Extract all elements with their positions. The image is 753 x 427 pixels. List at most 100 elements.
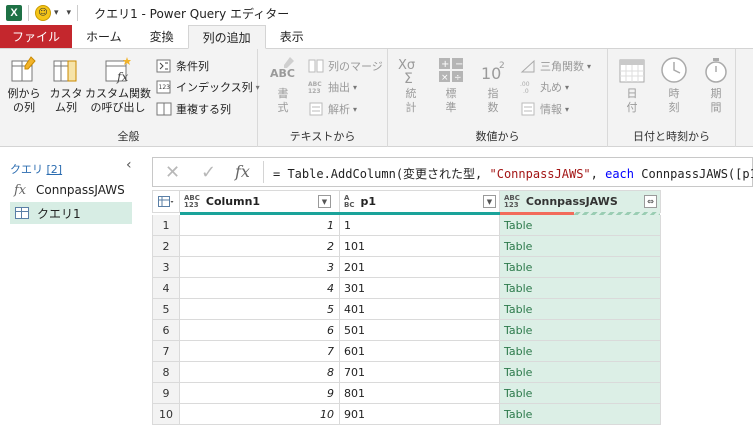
trigonometry-button[interactable]: 三角関数 ▾ — [520, 57, 591, 75]
cell-p1[interactable]: 601 — [340, 341, 500, 362]
date-button[interactable]: 日 付 — [614, 55, 650, 115]
trigonometry-dropdown-icon[interactable]: ▾ — [587, 62, 591, 71]
parse-button[interactable]: 解析 ▾ — [308, 100, 357, 118]
cell-p1[interactable]: 901 — [340, 404, 500, 425]
collapse-queries-icon[interactable]: ‹ — [126, 157, 132, 173]
cell-column1[interactable]: 2 — [180, 236, 340, 257]
cell-connpassjaws[interactable]: Table — [500, 383, 661, 404]
cell-column1[interactable]: 5 — [180, 299, 340, 320]
confirm-formula-icon[interactable]: ✓ — [201, 162, 216, 183]
row-number[interactable]: 4 — [152, 278, 180, 299]
cell-column1[interactable]: 7 — [180, 341, 340, 362]
tab-transform[interactable]: 変換 — [136, 25, 188, 48]
cell-p1[interactable]: 501 — [340, 320, 500, 341]
row-number[interactable]: 10 — [152, 404, 180, 425]
invoke-custom-function-button[interactable]: fx カスタム関数 の呼び出し — [85, 55, 151, 115]
clock-icon — [661, 57, 687, 83]
cell-connpassjaws[interactable]: Table — [500, 362, 661, 383]
format-button[interactable]: ABC 書 式 — [266, 55, 300, 115]
row-number[interactable]: 6 — [152, 320, 180, 341]
cell-connpassjaws[interactable]: Table — [500, 215, 661, 236]
cell-p1[interactable]: 201 — [340, 257, 500, 278]
cell-column1[interactable]: 4 — [180, 278, 340, 299]
row-number[interactable]: 2 — [152, 236, 180, 257]
tab-view[interactable]: 表示 — [266, 25, 318, 48]
column-header-p1[interactable]: A BC p1 ▼ — [340, 190, 500, 213]
parse-dropdown-icon[interactable]: ▾ — [353, 105, 357, 114]
cell-p1[interactable]: 401 — [340, 299, 500, 320]
standard-button[interactable]: + − × ÷ 標 準 — [434, 55, 468, 115]
rounding-dropdown-icon[interactable]: ▾ — [565, 83, 569, 92]
expand-column-icon[interactable]: ⇔ — [644, 195, 657, 208]
cell-p1[interactable]: 701 — [340, 362, 500, 383]
query-item-table[interactable]: クエリ1 — [10, 202, 132, 224]
row-number[interactable]: 3 — [152, 257, 180, 278]
type-any-icon[interactable]: ABC 123 — [504, 194, 520, 209]
conditional-column-button[interactable]: 条件列 — [156, 57, 209, 75]
tab-add-column[interactable]: 列の追加 — [187, 25, 266, 49]
queries-count: [2] — [46, 163, 63, 176]
row-number[interactable]: 1 — [152, 215, 180, 236]
row-number[interactable]: 7 — [152, 341, 180, 362]
type-any-icon[interactable]: ABC 123 — [184, 194, 200, 209]
cancel-formula-icon[interactable]: ✕ — [165, 162, 180, 183]
row-number[interactable]: 8 — [152, 362, 180, 383]
cell-p1[interactable]: 801 — [340, 383, 500, 404]
fx-icon[interactable]: fx — [235, 162, 250, 181]
tab-home[interactable]: ホーム — [72, 25, 136, 48]
type-text-icon[interactable]: A BC — [344, 194, 354, 209]
query-item-function[interactable]: fx ConnpassJAWS — [10, 179, 132, 201]
column-header-column1[interactable]: ABC 123 Column1 ▼ — [180, 190, 340, 213]
information-dropdown-icon[interactable]: ▾ — [565, 105, 569, 114]
extract-dropdown-icon[interactable]: ▾ — [353, 83, 357, 92]
quick-access-customize-icon[interactable]: ▾ — [67, 8, 72, 18]
tab-file[interactable]: ファイル — [0, 25, 73, 48]
cell-connpassjaws[interactable]: Table — [500, 299, 661, 320]
column-header-connpassjaws[interactable]: ABC 123 ConnpassJAWS ⇔ — [500, 190, 661, 213]
duplicate-column-button[interactable]: 重複する列 — [156, 100, 231, 118]
rounding-button[interactable]: .00.0 丸め ▾ — [520, 78, 569, 96]
merge-columns-label: 列のマージ — [328, 60, 383, 73]
cell-connpassjaws[interactable]: Table — [500, 341, 661, 362]
filter-dropdown-icon[interactable]: ▼ — [483, 195, 496, 208]
calendar-icon — [619, 59, 645, 83]
time-button[interactable]: 時 刻 — [656, 55, 692, 115]
filter-dropdown-icon[interactable]: ▼ — [318, 195, 331, 208]
svg-text:Σ: Σ — [404, 71, 413, 85]
group-datetime: 日 付 時 刻 期 間 日付と時刻から — [608, 49, 736, 147]
feedback-dropdown-icon[interactable]: ▾ — [54, 8, 59, 18]
statistics-button[interactable]: Χσ Σ 統 計 — [394, 55, 428, 115]
merge-columns-icon — [308, 59, 324, 73]
duration-button[interactable]: 期 間 — [698, 55, 734, 115]
cell-column1[interactable]: 1 — [180, 215, 340, 236]
group-datetime-label: 日付と時刻から — [633, 130, 710, 143]
cell-column1[interactable]: 8 — [180, 362, 340, 383]
scientific-icon: 102 — [481, 61, 505, 83]
invoke-custom-function-label: カスタム関数 の呼び出し — [85, 87, 151, 114]
extract-button[interactable]: ABC 123 抽出 ▾ — [308, 78, 357, 96]
svg-text:123: 123 — [159, 84, 171, 91]
custom-column-button[interactable]: カスタ ム列 — [48, 55, 84, 115]
information-button[interactable]: 情報 ▾ — [520, 100, 569, 118]
cell-column1[interactable]: 9 — [180, 383, 340, 404]
cell-connpassjaws[interactable]: Table — [500, 257, 661, 278]
index-column-button[interactable]: 123 インデックス列 ▾ — [156, 78, 260, 96]
merge-columns-button[interactable]: 列のマージ — [308, 57, 383, 75]
scientific-button[interactable]: 10 2 指 数 — [476, 55, 510, 115]
cell-column1[interactable]: 6 — [180, 320, 340, 341]
table-menu-icon[interactable] — [152, 190, 180, 213]
row-number[interactable]: 5 — [152, 299, 180, 320]
cell-connpassjaws[interactable]: Table — [500, 278, 661, 299]
row-number[interactable]: 9 — [152, 383, 180, 404]
cell-column1[interactable]: 10 — [180, 404, 340, 425]
cell-p1[interactable]: 101 — [340, 236, 500, 257]
cell-connpassjaws[interactable]: Table — [500, 236, 661, 257]
cell-column1[interactable]: 3 — [180, 257, 340, 278]
formula-input[interactable]: = Table.AddColumn(変更された型, "ConnpassJAWS"… — [273, 165, 753, 182]
cell-connpassjaws[interactable]: Table — [500, 320, 661, 341]
cell-connpassjaws[interactable]: Table — [500, 404, 661, 425]
column-from-examples-button[interactable]: 例から の列 — [4, 55, 44, 115]
feedback-smiley-icon[interactable]: ☺ — [35, 5, 51, 21]
cell-p1[interactable]: 1 — [340, 215, 500, 236]
cell-p1[interactable]: 301 — [340, 278, 500, 299]
